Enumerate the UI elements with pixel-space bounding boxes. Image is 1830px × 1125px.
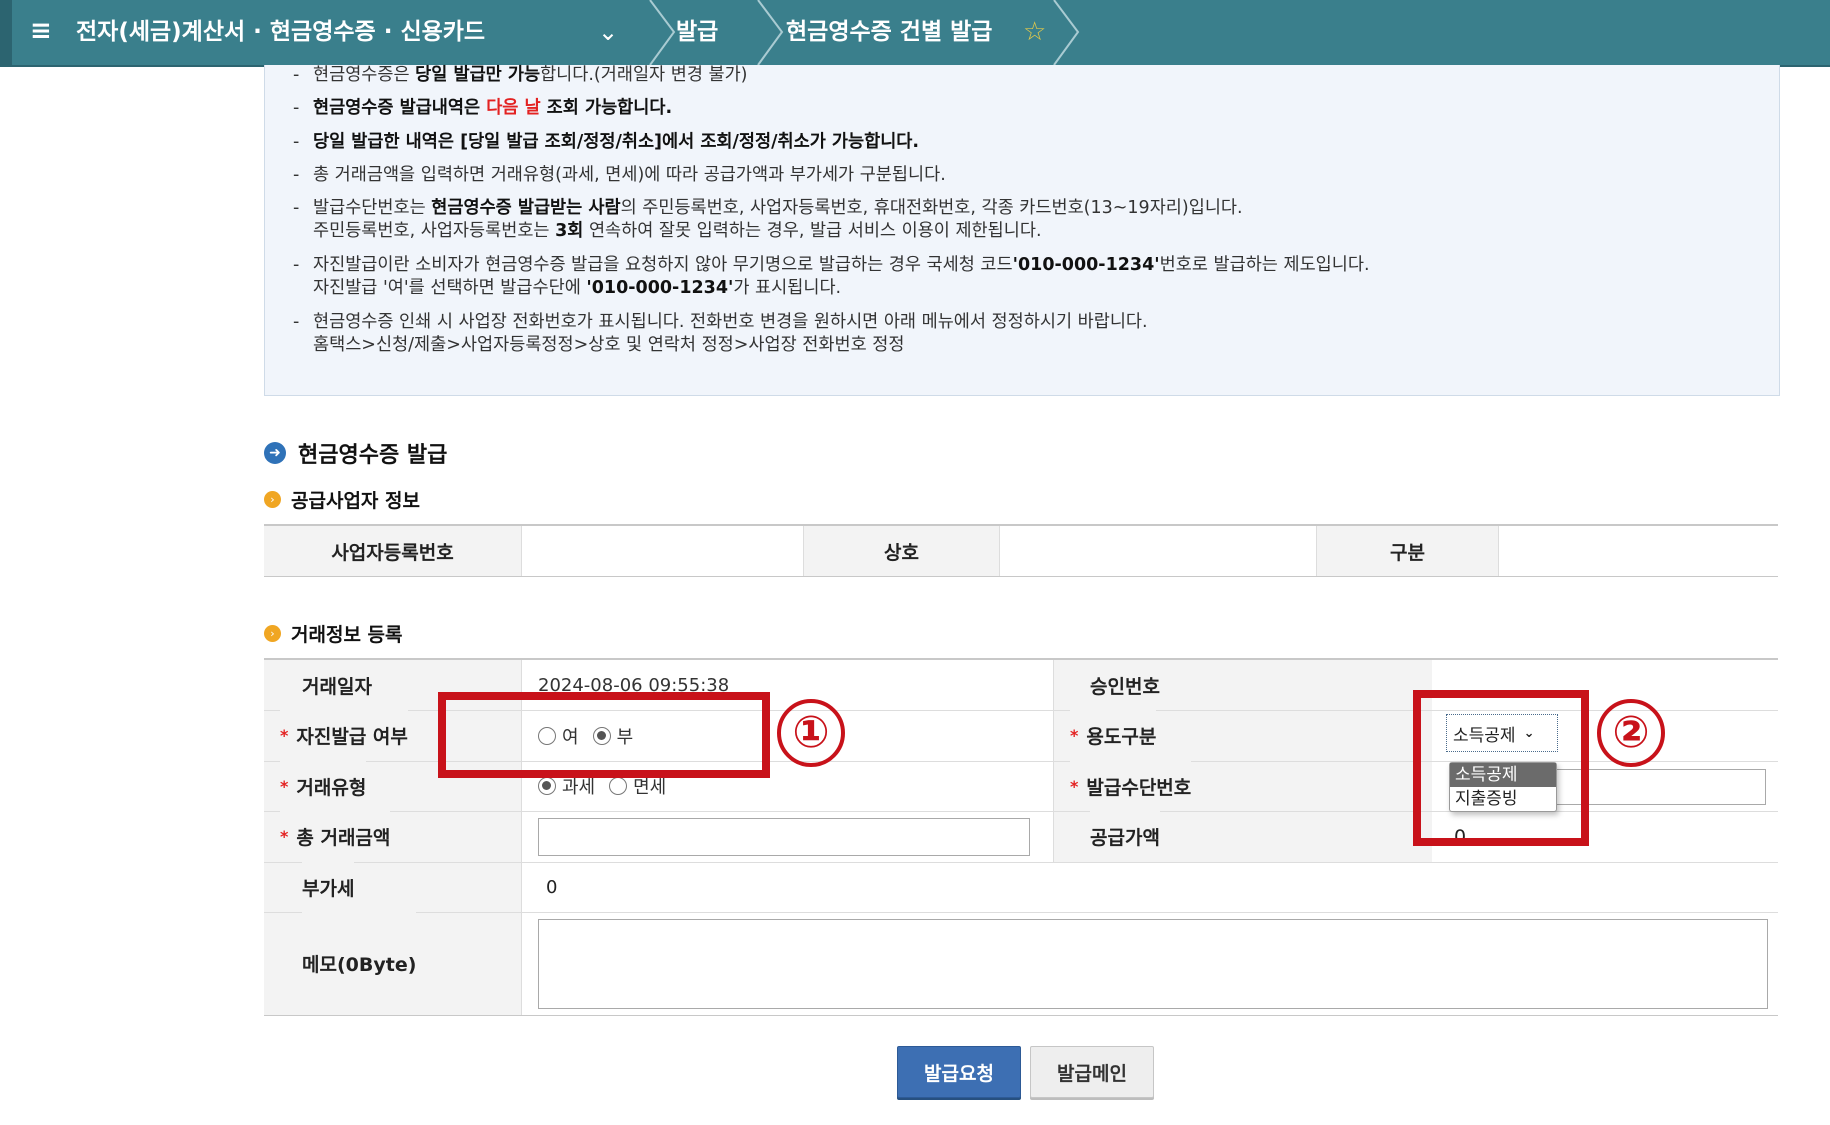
company-name-header: 상호 [803,526,999,576]
section-heading: ➜ 현금영수증 발급 [264,438,447,468]
required-mark: * [280,827,289,846]
star-outline-icon[interactable]: ☆ [1023,14,1046,50]
tax-free-radio[interactable] [609,777,628,795]
required-mark: * [1070,776,1079,796]
chevron-right-icon: › [264,624,281,642]
top-navigation-bar: ≡ 전자(세금)계산서 · 현금영수증 · 신용카드 ⌄ 발급 현금영수증 건별… [0,0,1830,67]
notice-item: - 자진발급이란 소비자가 현금영수증 발급을 요청하지 않아 무기명으로 발급하… [293,255,1370,275]
approval-number-label: 승인번호 [1090,660,1160,710]
notice-item: - 발급수단번호는 현금영수증 발급받는 사람의 주민등록번호, 사업자등록번호,… [293,198,1243,218]
notice-item-continued: 홈택스>신청/제출>사업자등록정정>상호 및 연락처 정정>사업장 전화번호 정… [313,335,905,355]
taxable-radio[interactable] [538,777,556,795]
vat-value: 0 [546,876,558,898]
means-label: 발급수단번호 [1086,776,1192,799]
notice-box: - 현금영수증은 당일 발급만 가능합니다.(거래일자 변경 불가) - 현금영수증… [264,65,1780,396]
required-mark: * [280,726,289,745]
type-label: 거래유형 [296,776,367,799]
callout-number-2: ② [1597,699,1665,767]
company-name-value [999,526,1316,576]
amount-label-cell: * 총 거래금액 [280,811,391,862]
highlight-box-1 [438,692,770,778]
hamburger-icon[interactable]: ≡ [30,14,60,48]
notice-item-continued: 주민등록번호, 사업자등록번호는 3회 연속하여 잘못 입력하는 경우, 발급 … [313,221,1042,241]
date-label: 거래일자 [302,660,372,710]
means-label-cell: * 발급수단번호 [1070,761,1192,811]
notice-item-continued: 자진발급 '여'를 선택하면 발급수단에 '010-000-1234'가 표시됩… [313,278,842,298]
notice-item: -총 거래금액을 입력하면 거래유형(과세, 면세)에 따라 공급가액과 부가세… [293,165,946,185]
purpose-label: 용도구분 [1086,726,1157,748]
breadcrumb-separator [1048,0,1088,66]
callout-number-1: ① [777,699,845,767]
amount-label: 총 거래금액 [296,827,391,849]
vat-label: 부가세 [302,862,355,912]
row-divider [264,912,1778,913]
supplier-info-table: 사업자등록번호 상호 구분 [264,524,1778,577]
notice-item: - 현금영수증 발급내역은 다음 날 조회 가능합니다. [293,98,673,118]
type-label-cell: * 거래유형 [280,761,367,811]
memo-label: 메모(0Byte) [302,912,417,1015]
notice-item: - 현금영수증은 당일 발급만 가능합니다.(거래일자 변경 불가) [293,65,748,85]
issue-main-button[interactable]: 발급메인 [1030,1046,1154,1098]
business-number-value [521,526,803,576]
required-mark: * [280,776,289,796]
notice-item: - 현금영수증 인쇄 시 사업장 전화번호가 표시됩니다. 전화번호 변경을 원하… [293,312,1148,332]
business-number-header: 사업자등록번호 [264,526,521,576]
memo-textarea[interactable] [538,919,1768,1009]
supply-amount-label: 공급가액 [1090,811,1160,862]
highlight-box-2 [1413,690,1589,846]
breadcrumb-category[interactable]: 전자(세금)계산서 · 현금영수증 · 신용카드 [76,14,485,50]
total-amount-input[interactable] [538,818,1030,856]
self-issue-label-cell: * 자진발급 여부 [280,710,408,761]
chevron-right-icon: › [264,490,281,508]
section-title: 현금영수증 발급 [298,443,448,468]
purpose-label-cell: * 용도구분 [1070,710,1157,761]
row-divider [264,862,1778,863]
chevron-down-icon[interactable]: ⌄ [598,13,618,51]
category-header: 구분 [1316,526,1498,576]
subsection-heading-transaction: › 거래정보 등록 [264,620,403,646]
category-value [1498,526,1778,576]
notice-item: - 당일 발급한 내역은 [당일 발급 조회/정정/취소]에서 조회/정정/취소가… [293,132,920,152]
breadcrumb-current-page: 현금영수증 건별 발급 [786,19,993,45]
nav-left-edge [0,0,12,65]
subsection-heading-supplier: › 공급사업자 정보 [264,486,420,512]
supplier-section-title: 공급사업자 정보 [291,489,420,512]
transaction-section-title: 거래정보 등록 [291,623,403,646]
self-issue-label: 자진발급 여부 [296,726,408,748]
breadcrumb-issue[interactable]: 발급 [676,14,718,50]
required-mark: * [1070,726,1079,745]
arrow-right-icon: ➜ [264,442,286,464]
issue-request-button[interactable]: 발급요청 [897,1046,1021,1098]
